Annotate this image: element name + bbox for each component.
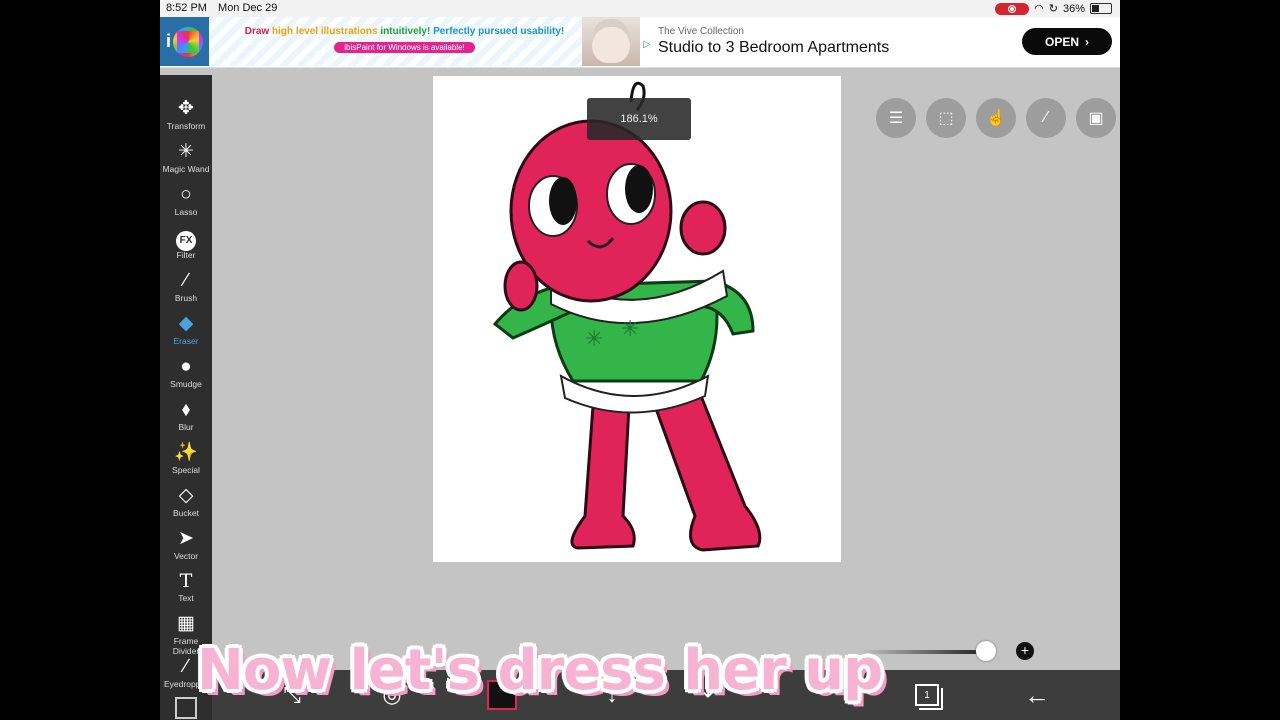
tool-label: Blur bbox=[178, 422, 194, 432]
back-button[interactable]: ← bbox=[1012, 670, 1062, 720]
tool-label: Bucket bbox=[173, 508, 199, 518]
ad-headline[interactable]: Studio to 3 Bedroom Apartments bbox=[658, 39, 889, 57]
promo-word-3: intuitively! bbox=[380, 26, 434, 37]
tool-label: Transform bbox=[166, 121, 206, 131]
tool-filter[interactable]: FX Filter bbox=[160, 226, 212, 266]
tool-label: Vector bbox=[173, 551, 199, 561]
battery-icon bbox=[1090, 3, 1112, 14]
ruler-icon: ∕ bbox=[1044, 109, 1048, 126]
toggle-button[interactable]: ☰ bbox=[876, 98, 916, 138]
tool-blur[interactable]: ⬧ Blur bbox=[160, 398, 212, 438]
arrow-left-icon: ← bbox=[1024, 679, 1050, 710]
fx-icon: FX bbox=[160, 226, 212, 251]
ad-open-button[interactable]: OPEN › bbox=[1022, 28, 1112, 55]
smudge-icon: ● bbox=[180, 356, 192, 377]
tool-label: Smudge bbox=[170, 379, 202, 389]
reference-image-button[interactable]: ▣ bbox=[1076, 98, 1116, 138]
selection-button[interactable]: ⬚ bbox=[926, 98, 966, 138]
chevron-right-icon: › bbox=[1085, 34, 1089, 49]
tool-special[interactable]: ✨ Special bbox=[160, 441, 212, 481]
wifi-icon: ◠ bbox=[1034, 3, 1044, 15]
tool-panel: ✥ Transform ✳ Magic Wand ○ Lasso FX Filt… bbox=[160, 75, 212, 720]
frame-divider-icon: ▦ bbox=[177, 613, 195, 634]
promo-subtitle: ibisPaint for Windows is available! bbox=[334, 42, 475, 53]
tool-transform[interactable]: ✥ Transform bbox=[160, 97, 212, 137]
zoom-indicator: 186.1% bbox=[587, 98, 691, 140]
tool-vector[interactable]: ➤ Vector bbox=[160, 527, 212, 567]
drawing-canvas[interactable]: ✳ ✳ bbox=[433, 76, 841, 562]
ad-banner[interactable]: i Draw high level illustrations intuitiv… bbox=[160, 17, 1120, 68]
tool-label: Text bbox=[178, 593, 194, 603]
tool-smudge[interactable]: ● Smudge bbox=[160, 355, 212, 395]
tool-label: Eraser bbox=[173, 336, 199, 346]
magic-wand-icon: ✳ bbox=[178, 141, 194, 162]
brush-size-slider-knob[interactable] bbox=[975, 641, 996, 661]
text-icon: T bbox=[179, 570, 193, 592]
selection-icon: ⬚ bbox=[938, 110, 954, 127]
status-time: 8:52 PM bbox=[166, 2, 207, 14]
ad-image bbox=[582, 17, 640, 66]
tool-label: Magic Wand bbox=[162, 164, 210, 174]
lasso-icon: ○ bbox=[180, 184, 192, 205]
screen-record-indicator[interactable] bbox=[995, 2, 1030, 15]
tool-label: Filter bbox=[176, 250, 196, 260]
bucket-icon: ◇ bbox=[178, 485, 194, 506]
tool-text[interactable]: T Text bbox=[160, 569, 212, 609]
sparkle-icon: ✨ bbox=[174, 442, 198, 463]
eraser-icon: ◆ bbox=[178, 313, 194, 334]
adchoices-icon[interactable]: ▷ bbox=[643, 39, 651, 50]
promo-word-1: Draw bbox=[244, 26, 272, 37]
status-date: Mon Dec 29 bbox=[218, 2, 278, 14]
status-bar: 8:52 PM Mon Dec 29 ◠ ↻ 36% bbox=[160, 0, 1120, 17]
ad-sponsor: The Vive Collection bbox=[658, 26, 744, 37]
layers-icon: 1 bbox=[915, 684, 939, 706]
svg-text:✳: ✳ bbox=[621, 317, 639, 342]
touch-button[interactable]: ☝ bbox=[976, 98, 1016, 138]
touch-icon: ☝ bbox=[986, 110, 1006, 127]
tool-brush[interactable]: ∕ Brush bbox=[160, 269, 212, 309]
video-caption: Now let's dress her up bbox=[197, 638, 883, 703]
tool-eraser[interactable]: ◆ Eraser bbox=[160, 312, 212, 352]
brush-icon: ∕ bbox=[184, 270, 188, 291]
arrow-cursor-icon: ➤ bbox=[178, 528, 194, 549]
plus-icon[interactable]: + bbox=[1016, 642, 1034, 660]
character-drawing: ✳ ✳ bbox=[492, 81, 762, 552]
svg-text:✳: ✳ bbox=[585, 327, 603, 352]
battery-percent: 36% bbox=[1062, 2, 1085, 15]
tool-label: Special bbox=[172, 465, 200, 475]
orientation-lock-icon: ↻ bbox=[1048, 3, 1058, 15]
ad-open-label: OPEN bbox=[1044, 34, 1079, 49]
canvas-frame-icon[interactable] bbox=[175, 697, 197, 719]
tool-lasso[interactable]: ○ Lasso bbox=[160, 183, 212, 223]
tool-label: Lasso bbox=[174, 207, 198, 217]
ipad-screen: 8:52 PM Mon Dec 29 ◠ ↻ 36% i Draw high l… bbox=[160, 0, 1120, 720]
promo-word-4: Perfectly pursued usability! bbox=[433, 26, 565, 37]
layer-count: 1 bbox=[924, 689, 930, 701]
ad-promo[interactable]: Draw high level illustrations intuitivel… bbox=[209, 17, 600, 66]
blur-drop-icon: ⬧ bbox=[181, 399, 191, 420]
toggle-icon: ☰ bbox=[888, 110, 904, 127]
tool-label: Brush bbox=[174, 293, 198, 303]
reference-image-icon: ▣ bbox=[1088, 110, 1104, 127]
ibispaint-logo[interactable]: i bbox=[160, 17, 209, 66]
ruler-button[interactable]: ∕ bbox=[1026, 98, 1066, 138]
layers-button[interactable]: 1 bbox=[902, 670, 952, 720]
tool-magic-wand[interactable]: ✳ Magic Wand bbox=[160, 140, 212, 180]
tool-bucket[interactable]: ◇ Bucket bbox=[160, 484, 212, 524]
move-icon: ✥ bbox=[178, 98, 194, 119]
promo-word-2: high level illustrations bbox=[271, 26, 381, 37]
